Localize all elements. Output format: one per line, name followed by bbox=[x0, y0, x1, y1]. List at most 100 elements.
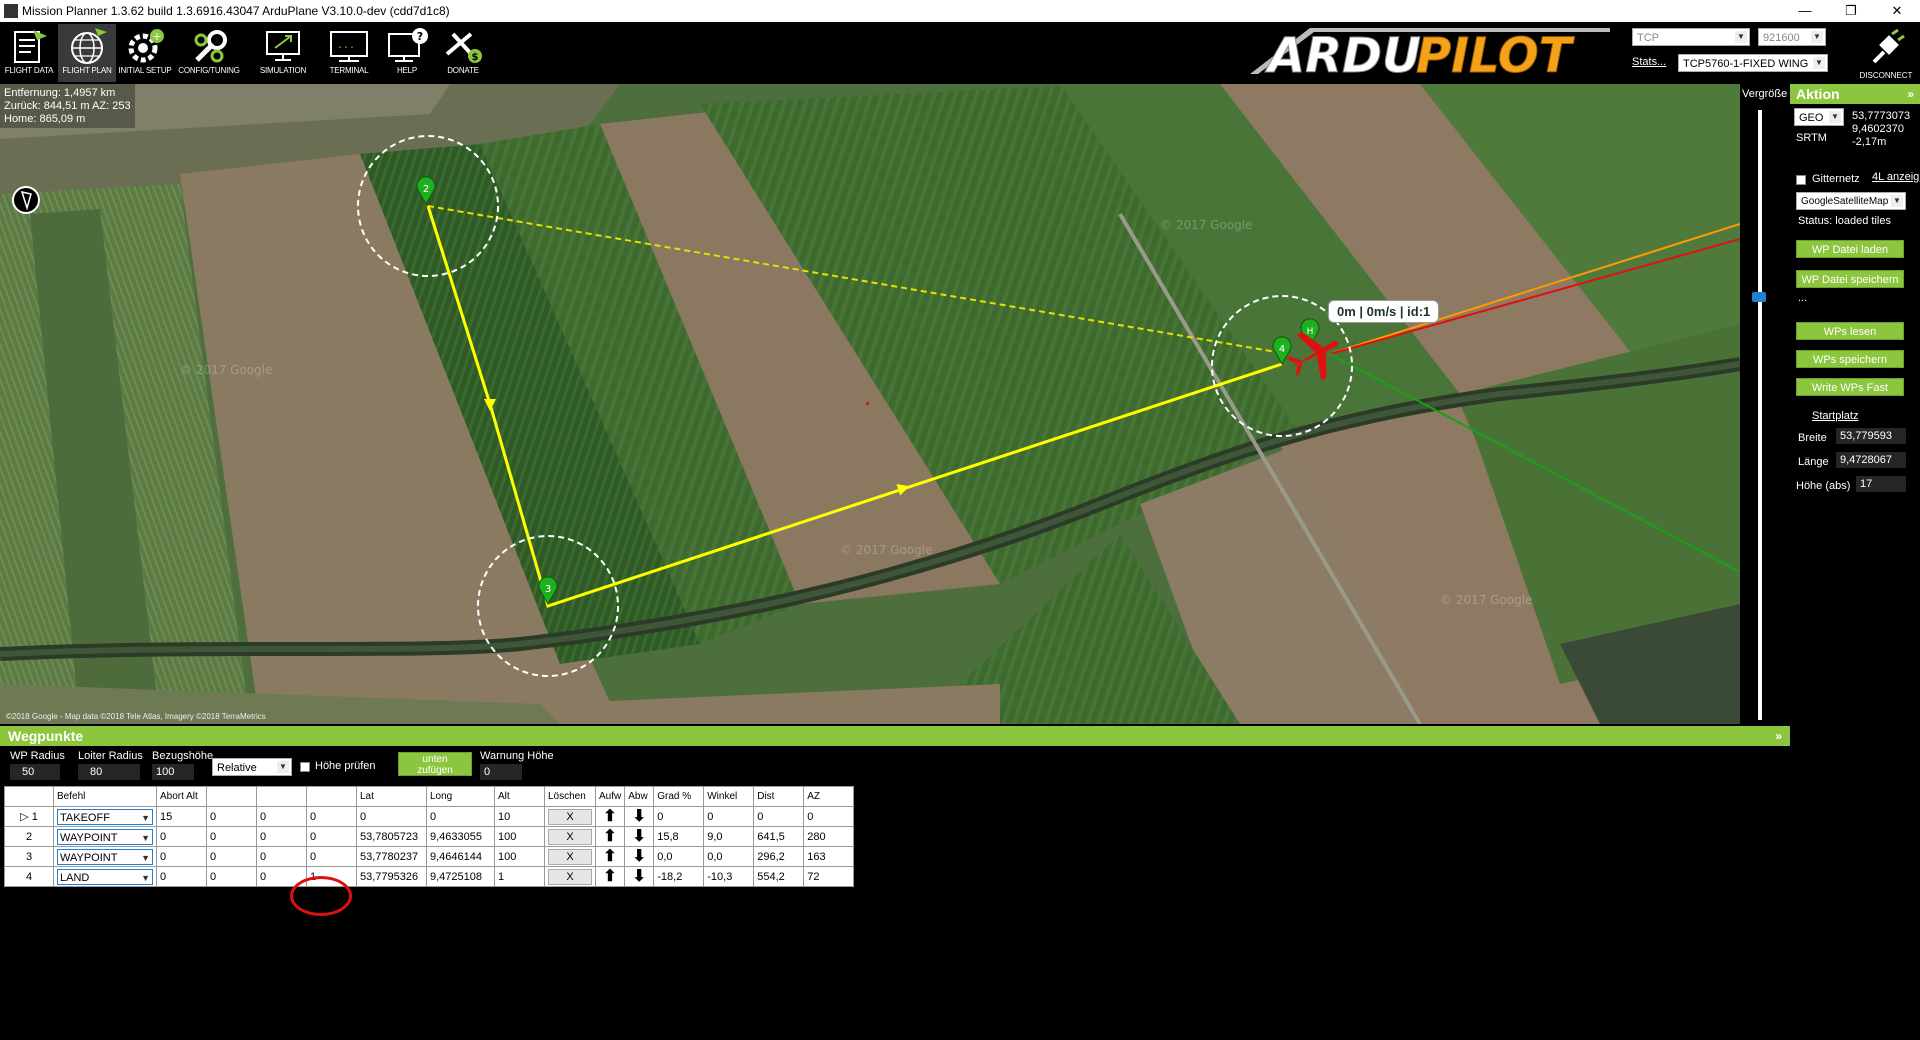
table-row[interactable]: 4 LAND ▼ 0 0 0 1 53,7795326 9,4725108 1 X… bbox=[4, 866, 855, 887]
move-up-icon[interactable]: ⬆ bbox=[599, 808, 621, 826]
lat-cell[interactable]: 53,7805723 bbox=[356, 826, 427, 847]
move-down-icon[interactable]: ⬇ bbox=[628, 868, 650, 886]
move-up-icon[interactable]: ⬆ bbox=[599, 828, 621, 846]
delete-button[interactable]: X bbox=[548, 848, 592, 865]
down-cell[interactable]: ⬇ bbox=[624, 806, 655, 827]
param1-cell[interactable]: 0 bbox=[156, 866, 207, 887]
column-header[interactable]: Dist bbox=[753, 786, 805, 807]
more-options[interactable]: ... bbox=[1798, 292, 1807, 304]
minimize-button[interactable]: — bbox=[1782, 0, 1828, 22]
move-down-icon[interactable]: ⬇ bbox=[628, 848, 650, 866]
waypoints-panel-header[interactable]: Wegpunkte » bbox=[0, 726, 1790, 746]
lat-cell[interactable]: 53,7795326 bbox=[356, 866, 427, 887]
delete-button[interactable]: X bbox=[548, 868, 592, 885]
up-cell[interactable]: ⬆ bbox=[594, 866, 626, 887]
delete-cell[interactable]: X bbox=[544, 806, 596, 827]
lng-cell[interactable]: 9,4725108 bbox=[426, 866, 495, 887]
delete-button[interactable]: X bbox=[548, 808, 592, 825]
delete-cell[interactable]: X bbox=[544, 826, 596, 847]
column-header[interactable] bbox=[256, 786, 307, 807]
lat-cell[interactable]: 0 bbox=[356, 806, 427, 827]
config-tuning-button[interactable]: CONFIG/TUNING bbox=[176, 24, 242, 82]
param1-cell[interactable]: 0 bbox=[156, 846, 207, 867]
stats-link[interactable]: Stats... bbox=[1632, 56, 1666, 68]
column-header[interactable] bbox=[306, 786, 357, 807]
terminal-button[interactable]: ... TERMINAL bbox=[320, 24, 378, 82]
alt-cell[interactable]: 1 bbox=[494, 866, 545, 887]
command-cell[interactable]: WAYPOINT ▼ bbox=[53, 846, 157, 867]
baud-rate-select[interactable]: 921600 ▼ bbox=[1758, 28, 1826, 46]
satellite-map[interactable]: © 2017 Google © 2017 Google © 2017 Googl… bbox=[0, 84, 1740, 724]
command-cell[interactable]: WAYPOINT ▼ bbox=[53, 826, 157, 847]
map-provider-select[interactable]: GoogleSatelliteMap ▼ bbox=[1796, 192, 1906, 210]
initial-setup-button[interactable]: + INITIAL SETUP bbox=[116, 24, 174, 82]
table-row[interactable]: ▷ 1 TAKEOFF ▼ 15 0 0 0 0 0 10 X ⬆ ⬇ 0 0 0… bbox=[4, 806, 855, 827]
coord-system-select[interactable]: GEO ▼ bbox=[1794, 108, 1844, 126]
command-select[interactable]: WAYPOINT ▼ bbox=[57, 828, 153, 845]
save-wp-file-button[interactable]: WP Datei speichern bbox=[1796, 270, 1904, 288]
zoom-slider-track[interactable] bbox=[1758, 110, 1762, 720]
delete-cell[interactable]: X bbox=[544, 866, 596, 887]
move-down-icon[interactable]: ⬇ bbox=[628, 828, 650, 846]
param3-cell[interactable]: 0 bbox=[256, 806, 307, 827]
help-button[interactable]: ? HELP bbox=[378, 24, 436, 82]
param2-cell[interactable]: 0 bbox=[206, 826, 257, 847]
home-alt-field[interactable]: 17 bbox=[1856, 476, 1906, 492]
warn-alt-field[interactable]: 0 bbox=[480, 764, 522, 780]
column-header[interactable]: AZ bbox=[803, 786, 855, 807]
move-up-icon[interactable]: ⬆ bbox=[599, 848, 621, 866]
kml-link[interactable]: 4L anzeig bbox=[1872, 171, 1919, 183]
param3-cell[interactable]: 0 bbox=[256, 826, 307, 847]
home-lng-field[interactable]: 9,4728067 bbox=[1836, 452, 1906, 468]
column-header[interactable]: Abort Alt bbox=[156, 786, 207, 807]
up-cell[interactable]: ⬆ bbox=[594, 806, 626, 827]
home-title[interactable]: Startplatz bbox=[1812, 410, 1858, 422]
map-view[interactable]: © 2017 Google © 2017 Google © 2017 Googl… bbox=[0, 84, 1740, 724]
column-header[interactable]: Alt bbox=[494, 786, 545, 807]
table-row[interactable]: 3 WAYPOINT ▼ 0 0 0 0 53,7780237 9,4646144… bbox=[4, 846, 855, 867]
write-wps-fast-button[interactable]: Write WPs Fast bbox=[1796, 378, 1904, 396]
read-wps-button[interactable]: WPs lesen bbox=[1796, 322, 1904, 340]
command-cell[interactable]: LAND ▼ bbox=[53, 866, 157, 887]
check-alt-checkbox[interactable] bbox=[300, 762, 310, 772]
down-cell[interactable]: ⬇ bbox=[624, 846, 655, 867]
command-select[interactable]: WAYPOINT ▼ bbox=[57, 848, 153, 865]
command-cell[interactable]: TAKEOFF ▼ bbox=[53, 806, 157, 827]
column-header[interactable]: Lat bbox=[356, 786, 427, 807]
grid-checkbox[interactable] bbox=[1796, 175, 1806, 185]
lng-cell[interactable]: 0 bbox=[426, 806, 495, 827]
move-down-icon[interactable]: ⬇ bbox=[628, 808, 650, 826]
alt-cell[interactable]: 10 bbox=[494, 806, 545, 827]
lng-cell[interactable]: 9,4646144 bbox=[426, 846, 495, 867]
alt-mode-select[interactable]: Relative ▼ bbox=[212, 758, 292, 776]
command-select[interactable]: TAKEOFF ▼ bbox=[57, 808, 153, 825]
column-header[interactable]: Abw bbox=[624, 786, 655, 807]
table-row[interactable]: 2 WAYPOINT ▼ 0 0 0 0 53,7805723 9,4633055… bbox=[4, 826, 855, 847]
column-header[interactable]: Löschen bbox=[544, 786, 596, 807]
action-panel-header[interactable]: Aktion » bbox=[1790, 84, 1920, 104]
disconnect-button[interactable]: DISCONNECT bbox=[1856, 28, 1916, 82]
flight-plan-button[interactable]: FLIGHT PLAN bbox=[58, 24, 116, 82]
column-header[interactable]: Long bbox=[426, 786, 495, 807]
close-button[interactable]: ✕ bbox=[1874, 0, 1920, 22]
alt-cell[interactable]: 100 bbox=[494, 826, 545, 847]
up-cell[interactable]: ⬆ bbox=[594, 846, 626, 867]
delete-cell[interactable]: X bbox=[544, 846, 596, 867]
column-header[interactable] bbox=[206, 786, 257, 807]
zoom-slider-thumb[interactable] bbox=[1752, 292, 1766, 302]
load-wp-file-button[interactable]: WP Datei laden bbox=[1796, 240, 1904, 258]
down-cell[interactable]: ⬇ bbox=[624, 866, 655, 887]
collapse-icon[interactable]: » bbox=[1907, 84, 1914, 104]
delete-button[interactable]: X bbox=[548, 828, 592, 845]
simulation-button[interactable]: SIMULATION bbox=[254, 24, 312, 82]
lat-cell[interactable]: 53,7780237 bbox=[356, 846, 427, 867]
param4-cell[interactable]: 0 bbox=[306, 806, 357, 827]
param1-cell[interactable]: 0 bbox=[156, 826, 207, 847]
write-wps-button[interactable]: WPs speichern bbox=[1796, 350, 1904, 368]
wp-radius-field[interactable]: 50 bbox=[10, 764, 60, 780]
alt-cell[interactable]: 100 bbox=[494, 846, 545, 867]
connection-type-select[interactable]: TCP ▼ bbox=[1632, 28, 1750, 46]
add-below-button[interactable]: unten zufügen bbox=[398, 752, 472, 776]
column-header[interactable]: Befehl bbox=[53, 786, 157, 807]
collapse-icon[interactable]: » bbox=[1775, 726, 1782, 746]
